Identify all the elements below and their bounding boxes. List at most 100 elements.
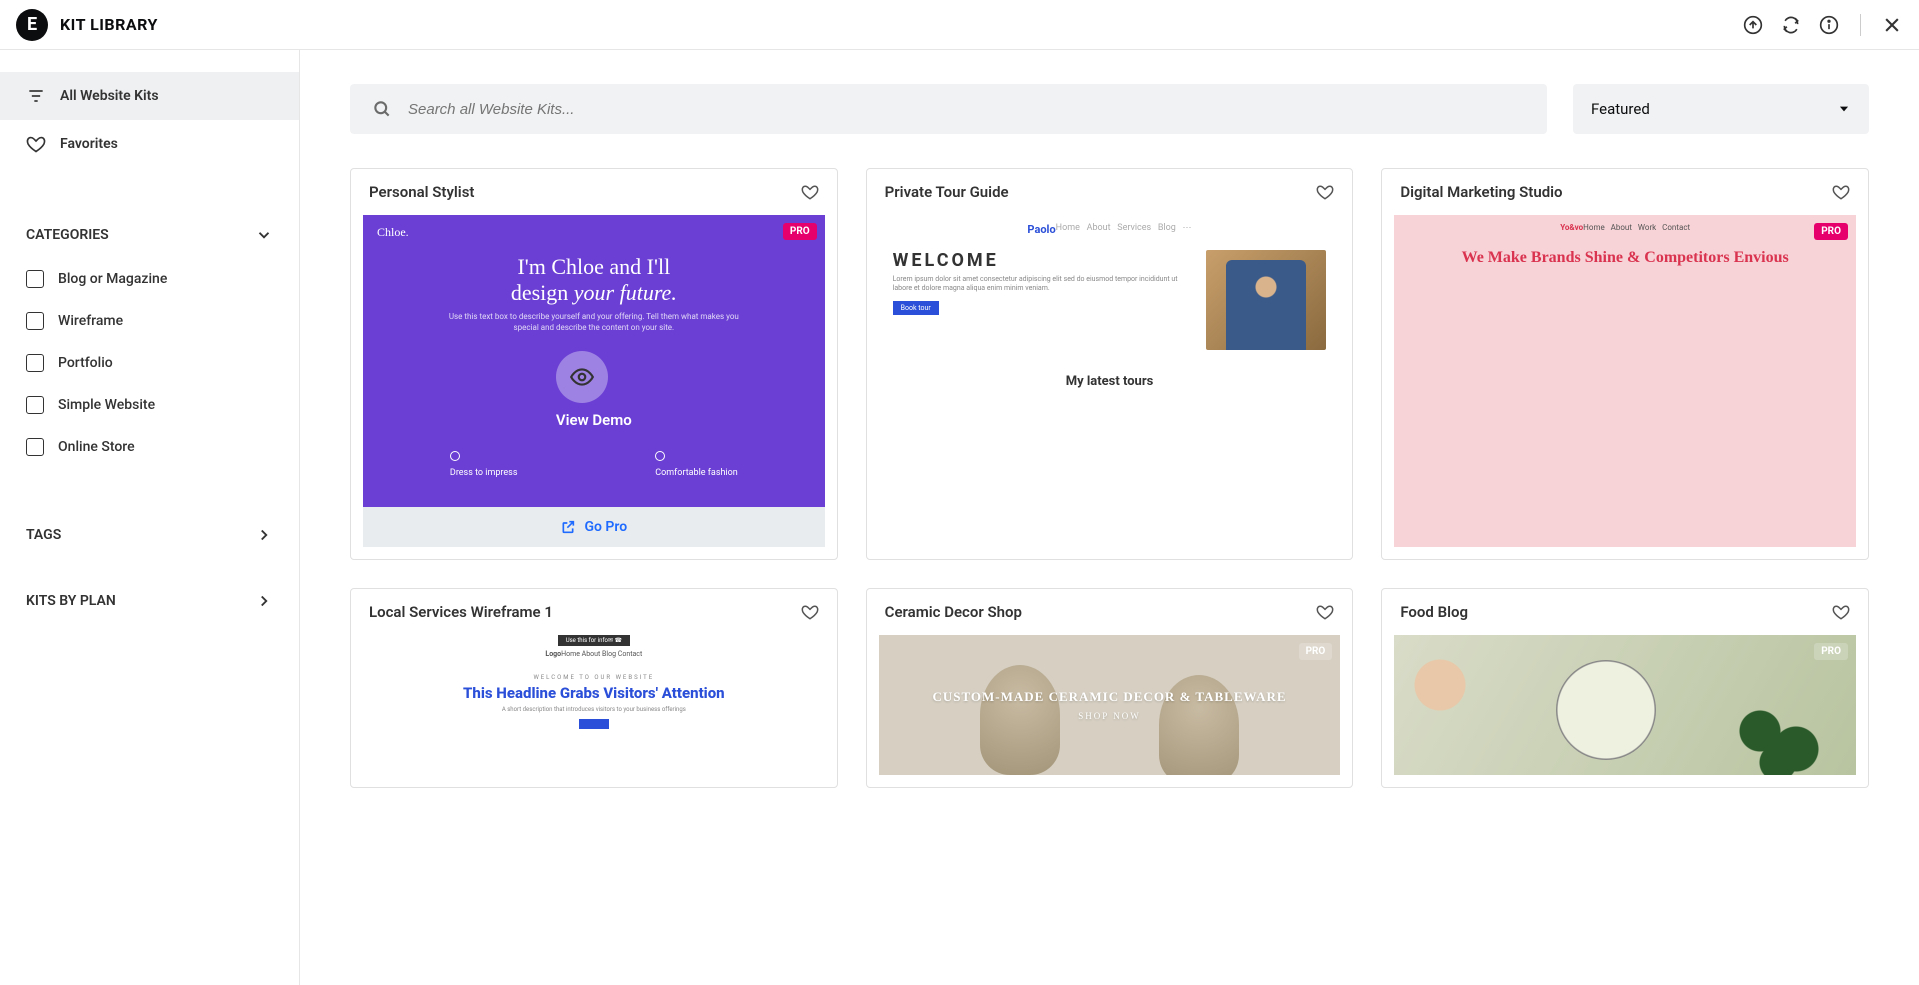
heart-icon xyxy=(26,134,46,154)
category-simple[interactable]: Simple Website xyxy=(0,384,299,426)
view-demo-label: View Demo xyxy=(556,411,632,429)
preview-body: PRO xyxy=(1394,635,1856,775)
preview-features: Dress to impress Comfortable fashion xyxy=(381,451,807,478)
sidebar-item-all-kits[interactable]: All Website Kits xyxy=(0,72,299,120)
card-header: Local Services Wireframe 1 xyxy=(351,589,837,635)
filter-icon xyxy=(26,86,46,106)
search-input[interactable] xyxy=(408,101,1525,118)
pro-badge: PRO xyxy=(1814,223,1848,240)
divider xyxy=(1860,14,1861,36)
checkbox-icon xyxy=(26,438,44,456)
tags-label: TAGS xyxy=(26,527,61,543)
pro-badge: PRO xyxy=(783,223,817,240)
topbar-right xyxy=(1742,14,1903,36)
card-header: Private Tour Guide xyxy=(867,169,1353,215)
sidebar-item-label: Favorites xyxy=(60,136,118,152)
kit-card-private-tour[interactable]: Private Tour Guide PaoloHome About Servi… xyxy=(866,168,1354,560)
go-pro-label: Go Pro xyxy=(584,519,627,535)
card-title: Local Services Wireframe 1 xyxy=(369,603,553,621)
category-label: Simple Website xyxy=(58,397,155,413)
kits-grid: Personal Stylist PRO Chloe. I'm Chloe an… xyxy=(350,168,1869,788)
preview-sub: Use this text box to describe yourself a… xyxy=(445,312,743,333)
refresh-icon[interactable] xyxy=(1780,14,1802,36)
layout: All Website Kits Favorites CATEGORIES Bl… xyxy=(0,50,1919,985)
pro-badge: PRO xyxy=(1814,643,1848,660)
categories-header[interactable]: CATEGORIES xyxy=(0,212,299,258)
category-wireframe[interactable]: Wireframe xyxy=(0,300,299,342)
kit-card-food-blog[interactable]: Food Blog PRO xyxy=(1381,588,1869,788)
checkbox-icon xyxy=(26,312,44,330)
card-header: Digital Marketing Studio xyxy=(1382,169,1868,215)
checkbox-icon xyxy=(26,396,44,414)
plan-header[interactable]: KITS BY PLAN xyxy=(0,578,299,624)
topbar: E KIT LIBRARY xyxy=(0,0,1919,50)
preview-headline: We Make Brands Shine & Competitors Envio… xyxy=(1432,240,1819,281)
preview-brand: Chloe. xyxy=(377,225,409,240)
tags-header[interactable]: TAGS xyxy=(0,512,299,558)
favorite-heart-icon[interactable] xyxy=(1316,183,1334,201)
checkbox-icon xyxy=(26,270,44,288)
close-icon[interactable] xyxy=(1881,14,1903,36)
card-title: Private Tour Guide xyxy=(885,183,1009,201)
card-title: Digital Marketing Studio xyxy=(1400,183,1562,201)
category-label: Portfolio xyxy=(58,355,113,371)
preview-body: Use this for info✉ ☎ LogoHome About Blog… xyxy=(363,635,825,775)
card-title: Food Blog xyxy=(1400,603,1468,621)
card-preview: PRO Chloe. I'm Chloe and I'lldesign your… xyxy=(363,215,825,547)
kit-card-ceramic-shop[interactable]: Ceramic Decor Shop PRO CUSTOM-MADE CERAM… xyxy=(866,588,1354,788)
card-header: Food Blog xyxy=(1382,589,1868,635)
tags-section: TAGS xyxy=(0,512,299,558)
card-title: Ceramic Decor Shop xyxy=(885,603,1022,621)
overlay[interactable]: View Demo xyxy=(556,351,632,429)
card-title: Personal Stylist xyxy=(369,183,474,201)
category-label: Online Store xyxy=(58,439,135,455)
main: Featured Personal Stylist PRO C xyxy=(300,50,1919,985)
page-title: KIT LIBRARY xyxy=(60,15,158,34)
category-blog[interactable]: Blog or Magazine xyxy=(0,258,299,300)
card-preview: PRO Yo&voHome About Work Contact We Make… xyxy=(1394,215,1856,547)
chevron-right-icon xyxy=(255,526,273,544)
upload-icon[interactable] xyxy=(1742,14,1764,36)
card-header: Personal Stylist xyxy=(351,169,837,215)
kit-card-personal-stylist[interactable]: Personal Stylist PRO Chloe. I'm Chloe an… xyxy=(350,168,838,560)
category-label: Wireframe xyxy=(58,313,123,329)
category-label: Blog or Magazine xyxy=(58,271,167,287)
sidebar: All Website Kits Favorites CATEGORIES Bl… xyxy=(0,50,300,985)
pro-badge: PRO xyxy=(1299,643,1333,660)
categories-label: CATEGORIES xyxy=(26,227,109,243)
favorite-heart-icon[interactable] xyxy=(1832,183,1850,201)
chevron-right-icon xyxy=(255,592,273,610)
card-header: Ceramic Decor Shop xyxy=(867,589,1353,635)
external-link-icon xyxy=(560,519,576,535)
sidebar-item-favorites[interactable]: Favorites xyxy=(0,120,299,168)
chevron-down-icon xyxy=(255,226,273,244)
checkbox-icon xyxy=(26,354,44,372)
plan-section: KITS BY PLAN xyxy=(0,578,299,624)
preview-headline: I'm Chloe and I'lldesign your future. xyxy=(511,254,677,306)
kit-card-local-wireframe[interactable]: Local Services Wireframe 1 Use this for … xyxy=(350,588,838,788)
categories-section: CATEGORIES Blog or Magazine Wireframe Po… xyxy=(0,212,299,468)
favorite-heart-icon[interactable] xyxy=(801,603,819,621)
search-icon xyxy=(372,99,392,119)
controls: Featured xyxy=(350,84,1869,134)
favorite-heart-icon[interactable] xyxy=(801,183,819,201)
card-preview: PRO xyxy=(1394,635,1856,775)
preview-body: PRO CUSTOM-MADE CERAMIC DECOR & TABLEWAR… xyxy=(879,635,1341,775)
plan-label: KITS BY PLAN xyxy=(26,593,116,609)
eye-icon xyxy=(556,351,608,403)
preview-body: PaoloHome About Services Blog ⋯ WELCOME … xyxy=(879,215,1341,547)
info-icon[interactable] xyxy=(1818,14,1840,36)
sidebar-item-label: All Website Kits xyxy=(60,88,159,104)
favorite-heart-icon[interactable] xyxy=(1832,603,1850,621)
search-box[interactable] xyxy=(350,84,1547,134)
sort-dropdown[interactable]: Featured xyxy=(1573,84,1869,134)
preview-body: PRO Chloe. I'm Chloe and I'lldesign your… xyxy=(363,215,825,507)
elementor-logo-icon: E xyxy=(16,9,48,41)
category-store[interactable]: Online Store xyxy=(0,426,299,468)
caret-down-icon xyxy=(1837,102,1851,116)
category-portfolio[interactable]: Portfolio xyxy=(0,342,299,384)
favorite-heart-icon[interactable] xyxy=(1316,603,1334,621)
go-pro-button[interactable]: Go Pro xyxy=(363,507,825,547)
card-preview: PaoloHome About Services Blog ⋯ WELCOME … xyxy=(879,215,1341,547)
kit-card-digital-marketing[interactable]: Digital Marketing Studio PRO Yo&voHome A… xyxy=(1381,168,1869,560)
